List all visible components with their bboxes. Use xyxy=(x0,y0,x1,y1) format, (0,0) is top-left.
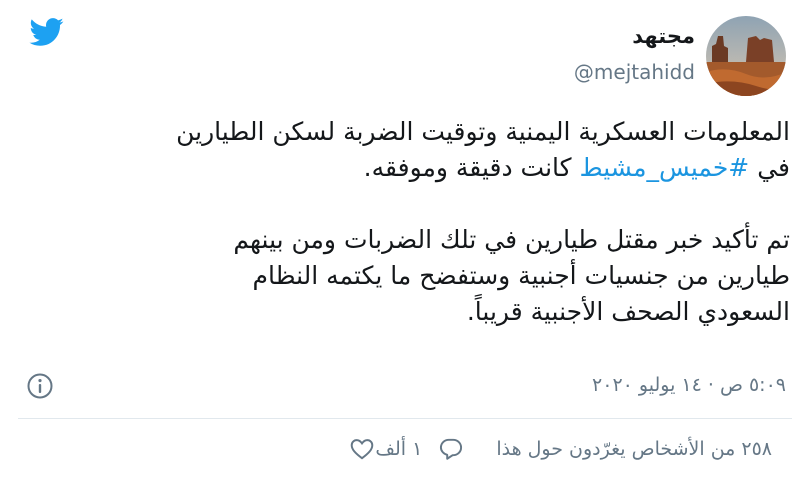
like-count[interactable]: ١ ألف xyxy=(375,438,422,460)
author-handle[interactable]: @mejtahidd xyxy=(574,60,695,84)
tweet-line: تم تأكيد خبر مقتل طيارين في تلك الضربات … xyxy=(233,225,790,254)
tweet-card: مجتهد @mejtahidd المعلومات العسكرية اليم… xyxy=(0,0,810,481)
tweet-actions: ١ ألف ٢٥٨ من الأشخاص يغرّدون حول هذا xyxy=(349,434,786,464)
heart-icon[interactable] xyxy=(349,436,375,462)
tweet-line: السعودي الصحف الأجنبية قريباً. xyxy=(466,297,790,326)
tweet-text: المعلومات العسكرية اليمنية وتوقيت الضربة… xyxy=(20,114,790,330)
hashtag-link[interactable]: #خميس_مشيط xyxy=(580,153,750,182)
tweet-timestamp[interactable]: ٥:٠٩ ص · ١٤ يوليو ٢٠٢٠ xyxy=(592,374,786,396)
avatar[interactable] xyxy=(706,16,786,96)
divider xyxy=(18,418,792,419)
tweet-line: في #خميس_مشيط كانت دقيقة وموفقه. xyxy=(20,150,790,186)
conversation-link[interactable]: ٢٥٨ من الأشخاص يغرّدون حول هذا xyxy=(496,438,772,460)
tweet-text-segment: في xyxy=(749,153,790,182)
twitter-bird-icon[interactable] xyxy=(26,14,66,50)
author-name[interactable]: مجتهد xyxy=(632,24,695,48)
info-icon[interactable] xyxy=(26,372,54,400)
tweet-line: المعلومات العسكرية اليمنية وتوقيت الضربة… xyxy=(176,117,790,146)
tweet-line: طيارين من جنسيات أجنبية وستفضح ما يكتمه … xyxy=(252,261,790,290)
reply-icon[interactable] xyxy=(438,436,464,462)
tweet-text-segment: كانت دقيقة وموفقه. xyxy=(363,153,580,182)
